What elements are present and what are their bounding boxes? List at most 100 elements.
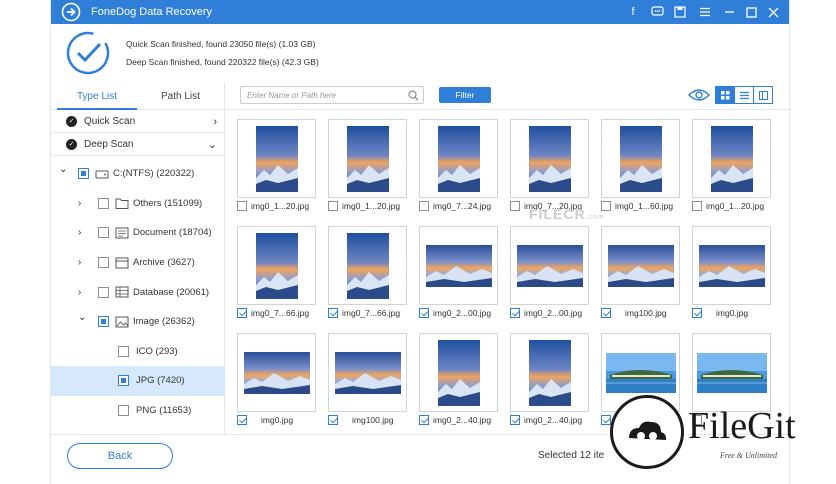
file-thumbnail[interactable]: [419, 333, 498, 412]
tree-item[interactable]: › Database (20061): [51, 277, 225, 307]
file-item[interactable]: img0.jpg: [692, 226, 771, 322]
facebook-icon[interactable]: f: [625, 4, 641, 20]
minimize-icon[interactable]: [721, 4, 737, 20]
chat-icon[interactable]: [649, 4, 665, 20]
tree-checkbox[interactable]: [78, 168, 89, 180]
chevron-right-icon[interactable]: ›: [213, 116, 217, 128]
file-item[interactable]: img0_7...66.jpg: [328, 226, 407, 322]
file-thumbnail[interactable]: [419, 119, 498, 198]
file-checkbox[interactable]: [237, 308, 247, 318]
detail-view-icon[interactable]: [754, 87, 772, 103]
save-icon[interactable]: [672, 4, 688, 20]
file-checkbox[interactable]: [510, 415, 520, 425]
file-thumbnail[interactable]: [328, 226, 407, 305]
maximize-icon[interactable]: [743, 4, 759, 20]
chevron-right-icon[interactable]: ›: [78, 257, 81, 268]
file-checkbox[interactable]: [419, 308, 429, 318]
tree-item[interactable]: ⌄ C:(NTFS) (220322): [51, 159, 225, 189]
file-thumbnail[interactable]: [601, 119, 680, 198]
file-checkbox[interactable]: [328, 201, 338, 211]
check-circle-icon: ✓: [66, 139, 77, 150]
file-item[interactable]: img0_2...00.jpg: [419, 226, 498, 322]
quick-scan-row[interactable]: ✓ Quick Scan ›: [51, 111, 225, 133]
tree-item[interactable]: › Others (151099): [51, 189, 225, 219]
tree-checkbox[interactable]: [98, 257, 109, 269]
tab-type-list[interactable]: Type List: [77, 91, 117, 102]
tree-item-label: C:(NTFS) (220322): [113, 168, 195, 180]
file-thumbnail[interactable]: [328, 333, 407, 412]
file-name: img0_7...66.jpg: [251, 308, 310, 318]
file-thumbnail[interactable]: [692, 226, 771, 305]
file-checkbox[interactable]: [601, 308, 611, 318]
file-checkbox[interactable]: [510, 308, 520, 318]
file-thumbnail[interactable]: [237, 333, 316, 412]
file-checkbox[interactable]: [419, 415, 429, 425]
file-checkbox[interactable]: [328, 415, 338, 425]
file-item[interactable]: img0_2...40.jpg: [419, 333, 498, 429]
file-item[interactable]: img0_7...24.jpg: [419, 119, 498, 215]
chevron-down-icon[interactable]: ⌄: [208, 138, 217, 151]
tree-item[interactable]: ICO (293): [51, 337, 225, 367]
file-thumbnail[interactable]: [237, 226, 316, 305]
file-item[interactable]: img100.jpg: [328, 333, 407, 429]
file-item[interactable]: img0_1...60.jpg: [601, 119, 680, 215]
file-checkbox[interactable]: [328, 308, 338, 318]
file-checkbox[interactable]: [692, 201, 702, 211]
file-item[interactable]: img0_1...20.jpg: [692, 119, 771, 215]
tree-checkbox[interactable]: [98, 227, 109, 239]
file-thumbnail[interactable]: [601, 226, 680, 305]
file-item[interactable]: img0_1...20.jpg: [237, 119, 316, 215]
tree-checkbox[interactable]: [118, 345, 129, 357]
file-name: img0_7...66.jpg: [342, 308, 401, 318]
file-item[interactable]: img0.jpg: [237, 333, 316, 429]
chevron-right-icon[interactable]: ›: [78, 287, 81, 298]
chevron-down-icon[interactable]: ⌄: [78, 312, 86, 323]
tree-item[interactable]: ⌄ Image (26362): [51, 307, 225, 337]
tree-item[interactable]: JPG (7420): [51, 366, 225, 396]
chevron-right-icon[interactable]: ›: [78, 227, 81, 238]
file-thumbnail[interactable]: [328, 119, 407, 198]
deep-scan-row[interactable]: ✓ Deep Scan ⌄: [51, 134, 225, 156]
tree-item[interactable]: › Archive (3627): [51, 248, 225, 278]
file-item[interactable]: img0_2...00.jpg: [510, 226, 589, 322]
file-thumbnail[interactable]: [510, 333, 589, 412]
chevron-right-icon[interactable]: ›: [78, 198, 81, 209]
tab-path-list[interactable]: Path List: [161, 91, 200, 102]
file-thumbnail[interactable]: [419, 226, 498, 305]
file-item[interactable]: img0_7...66.jpg: [237, 226, 316, 322]
deep-scan-label: Deep Scan: [84, 139, 134, 150]
tree-checkbox[interactable]: [98, 286, 109, 298]
grid-view-icon[interactable]: [716, 87, 735, 103]
file-item[interactable]: img100.jpg: [601, 226, 680, 322]
file-checkbox[interactable]: [692, 308, 702, 318]
menu-icon[interactable]: [697, 4, 713, 20]
tree-item[interactable]: PNG (11653): [51, 396, 225, 426]
tree-item[interactable]: › Document (18704): [51, 218, 225, 248]
file-thumbnail[interactable]: [692, 119, 771, 198]
file-checkbox[interactable]: [419, 201, 429, 211]
filter-button[interactable]: Filter: [439, 87, 491, 103]
back-button[interactable]: Back: [67, 443, 173, 469]
file-item[interactable]: img0_1...20.jpg: [328, 119, 407, 215]
close-icon[interactable]: [765, 4, 781, 20]
chevron-down-icon[interactable]: ⌄: [59, 164, 67, 175]
file-checkbox[interactable]: [237, 415, 247, 425]
tree-checkbox[interactable]: [118, 375, 129, 387]
file-thumbnail[interactable]: [510, 119, 589, 198]
search-input[interactable]: Enter Name or Path here: [240, 86, 424, 104]
tree-checkbox[interactable]: [98, 316, 109, 328]
file-thumbnail[interactable]: [510, 226, 589, 305]
search-icon[interactable]: [408, 90, 419, 101]
tree-checkbox[interactable]: [98, 197, 109, 209]
file-item[interactable]: img0_7...20.jpg: [510, 119, 589, 215]
file-thumbnail[interactable]: [237, 119, 316, 198]
preview-eye-icon[interactable]: [688, 87, 710, 103]
file-checkbox[interactable]: [510, 201, 520, 211]
file-name: img0_2...00.jpg: [433, 308, 492, 318]
list-view-icon[interactable]: [735, 87, 754, 103]
tree-checkbox[interactable]: [118, 405, 129, 417]
file-name: img0_1...60.jpg: [615, 201, 674, 211]
search-placeholder: Enter Name or Path here: [247, 91, 336, 100]
file-checkbox[interactable]: [237, 201, 247, 211]
file-item[interactable]: img0_2...40.jpg: [510, 333, 589, 429]
